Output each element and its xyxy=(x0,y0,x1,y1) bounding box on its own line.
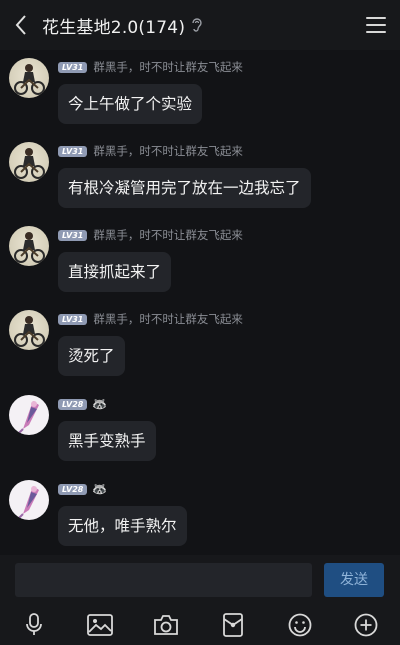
red-packet-icon[interactable] xyxy=(219,611,247,639)
back-arrow-icon xyxy=(15,15,26,35)
level-badge: LV31 xyxy=(58,145,88,157)
image-icon[interactable] xyxy=(86,611,114,639)
send-button[interactable]: 发送 xyxy=(324,563,384,597)
level-badge: LV28 xyxy=(58,398,88,410)
sender-nickname: 群黑手，时不时让群友飞起来 xyxy=(93,228,243,242)
message-bubble[interactable]: 直接抓起来了 xyxy=(58,252,172,292)
menu-line-icon xyxy=(366,24,386,26)
menu-button[interactable] xyxy=(366,14,386,36)
message-list[interactable]: LV31 群黑手，时不时让群友飞起来 今上午做了个实验 LV31 群黑手，时不时… xyxy=(0,50,400,555)
sender-nickname: 群黑手，时不时让群友飞起来 xyxy=(93,312,243,326)
sender-nickname: 群黑手，时不时让群友飞起来 xyxy=(93,144,243,158)
level-badge: LV31 xyxy=(58,61,88,73)
camera-icon[interactable] xyxy=(152,611,180,639)
avatar[interactable] xyxy=(9,395,49,435)
avatar[interactable] xyxy=(9,226,49,266)
message-bubble[interactable]: 有根冷凝管用完了放在一边我忘了 xyxy=(58,168,311,208)
composer-toolbar xyxy=(0,605,400,645)
chat-header: 花生基地2.0(174) xyxy=(0,0,400,50)
avatar[interactable] xyxy=(9,142,49,182)
avatar[interactable] xyxy=(9,58,49,98)
sender-nickname: 群黑手，时不时让群友飞起来 xyxy=(93,60,243,74)
menu-line-icon xyxy=(366,17,386,19)
microphone-icon[interactable] xyxy=(20,611,48,639)
message-bubble[interactable]: 今上午做了个实验 xyxy=(58,84,203,124)
group-title[interactable]: 花生基地2.0(174) xyxy=(42,13,185,38)
back-button[interactable] xyxy=(0,0,42,50)
message-bubble[interactable]: 无他，唯手熟尔 xyxy=(58,506,187,546)
plus-icon[interactable] xyxy=(352,611,380,639)
level-badge: LV31 xyxy=(58,229,88,241)
level-badge: LV28 xyxy=(58,483,88,495)
ear-icon xyxy=(191,17,203,33)
sender-nickname: 🦝 xyxy=(92,397,108,411)
level-badge: LV31 xyxy=(58,313,88,325)
message-input[interactable] xyxy=(15,563,312,597)
composer-bar: 发送 xyxy=(0,555,400,605)
message-bubble[interactable]: 烫死了 xyxy=(58,336,125,376)
menu-line-icon xyxy=(366,31,386,33)
message-bubble[interactable]: 黑手变熟手 xyxy=(58,421,156,461)
emoji-icon[interactable] xyxy=(286,611,314,639)
sender-nickname: 🦝 xyxy=(92,482,108,496)
avatar[interactable] xyxy=(9,310,49,350)
avatar[interactable] xyxy=(9,480,49,520)
